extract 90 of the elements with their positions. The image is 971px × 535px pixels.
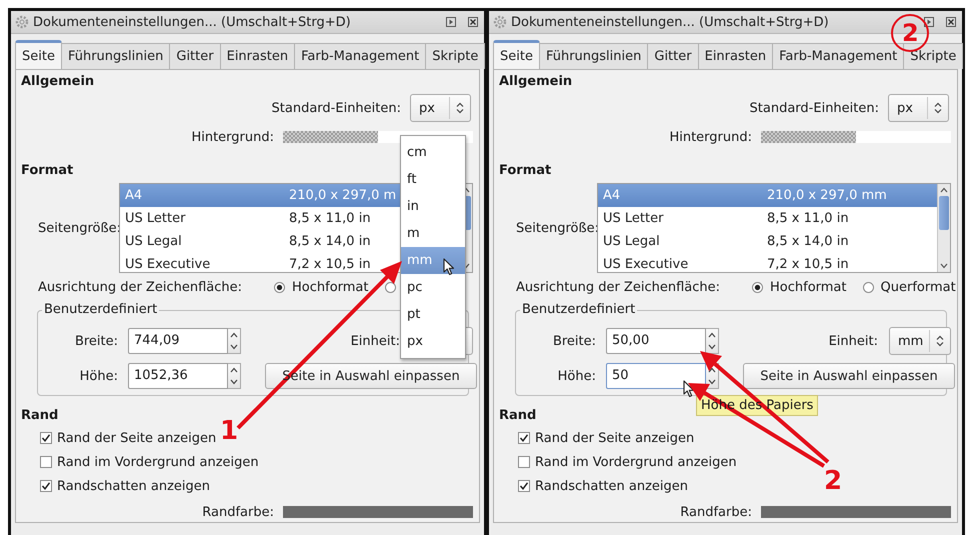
radio-label[interactable]: Hochformat bbox=[292, 280, 368, 294]
fit-page-button[interactable]: Seite in Auswahl einpassen bbox=[743, 363, 955, 389]
page-size-label: Seitengröße: bbox=[38, 220, 119, 236]
tab[interactable]: Einrasten bbox=[698, 43, 774, 69]
unit-label: Einheit: bbox=[828, 334, 878, 348]
checkbox[interactable] bbox=[518, 456, 530, 468]
radio-button[interactable] bbox=[862, 282, 874, 292]
window-title: Dokumenteneinstellungen... (Umschalt+Strg+D) bbox=[33, 14, 352, 30]
border-color-label: Randfarbe: bbox=[680, 504, 752, 520]
checkbox-label[interactable]: Randschatten anzeigen bbox=[535, 478, 688, 494]
checkbox[interactable] bbox=[40, 456, 52, 468]
menu-item[interactable]: cm bbox=[401, 139, 465, 166]
section-heading: Format bbox=[21, 162, 74, 180]
border-color-swatch[interactable] bbox=[761, 506, 951, 518]
width-field[interactable]: 50,00 bbox=[606, 328, 706, 354]
section-heading: Format bbox=[499, 162, 552, 180]
tab[interactable]: Führungslinien bbox=[540, 43, 648, 69]
tab[interactable]: Seite bbox=[15, 40, 62, 69]
spin-buttons[interactable] bbox=[228, 363, 241, 389]
checkbox-label[interactable]: Rand der Seite anzeigen bbox=[535, 430, 694, 446]
menu-item[interactable]: pc bbox=[401, 274, 465, 301]
height-field[interactable]: 50 bbox=[606, 363, 706, 389]
annotation-number: 1 bbox=[220, 418, 238, 444]
dock-icon[interactable] bbox=[924, 17, 934, 27]
section-heading: Rand bbox=[21, 407, 58, 425]
radio-button[interactable] bbox=[384, 282, 396, 292]
radio-label[interactable]: Hochformat bbox=[770, 280, 846, 294]
tab[interactable]: Farb-Management bbox=[295, 43, 426, 69]
dock-icon[interactable] bbox=[446, 17, 456, 27]
tab[interactable]: Führungslinien bbox=[62, 43, 170, 69]
background-label: Hintergrund: bbox=[191, 130, 274, 144]
radio-button[interactable] bbox=[752, 282, 763, 292]
checkbox[interactable] bbox=[518, 480, 530, 492]
close-icon[interactable] bbox=[946, 17, 956, 27]
orientation-label: Ausrichtung der Zeichenfläche: bbox=[516, 280, 720, 294]
units-select[interactable]: px bbox=[410, 94, 471, 122]
annotation-number: 2 bbox=[824, 468, 842, 494]
badge-circle bbox=[891, 14, 929, 52]
checkbox[interactable] bbox=[518, 432, 530, 444]
checkbox-label[interactable]: Rand der Seite anzeigen bbox=[57, 430, 216, 446]
page-size-row[interactable]: US Letter 8,5 x 11,0 in bbox=[598, 207, 937, 230]
unit-label: Einheit: bbox=[350, 334, 400, 348]
height-field[interactable]: 1052,36 bbox=[128, 363, 228, 389]
tab[interactable]: Farb-Management bbox=[773, 43, 904, 69]
page-size-row[interactable]: US Legal 8,5 x 14,0 in bbox=[598, 230, 937, 253]
scrollbar[interactable] bbox=[937, 184, 950, 272]
mouse-pointer-icon bbox=[683, 380, 695, 398]
window-title: Dokumenteneinstellungen... (Umschalt+Strg+D) bbox=[511, 14, 830, 30]
checkbox[interactable] bbox=[40, 480, 52, 492]
border-color-label: Randfarbe: bbox=[202, 504, 274, 520]
height-label: Höhe: bbox=[78, 368, 118, 384]
width-label: Breite: bbox=[552, 334, 596, 348]
units-label: Standard-Einheiten: bbox=[272, 100, 401, 116]
tab[interactable]: Gitter bbox=[170, 43, 221, 69]
close-icon[interactable] bbox=[468, 17, 478, 27]
page-size-row[interactable]: US Executive 7,2 x 10,5 in bbox=[598, 253, 937, 272]
tab[interactable]: Skripte bbox=[904, 43, 964, 69]
units-label: Standard-Einheiten: bbox=[750, 100, 879, 116]
tab[interactable]: Seite bbox=[493, 40, 540, 69]
checkbox-label[interactable]: Rand im Vordergrund anzeigen bbox=[535, 454, 737, 470]
tab[interactable]: Einrasten bbox=[220, 43, 296, 69]
tab[interactable]: Skripte bbox=[426, 43, 486, 69]
mouse-pointer-icon bbox=[443, 258, 455, 276]
radio-button[interactable] bbox=[274, 282, 285, 292]
gear-icon bbox=[493, 15, 507, 29]
checkbox-label[interactable]: Randschatten anzeigen bbox=[57, 478, 210, 494]
annotation-number: 2 bbox=[902, 20, 919, 46]
unit-select[interactable]: mm bbox=[889, 327, 951, 355]
gear-icon bbox=[15, 15, 29, 29]
tab[interactable]: Gitter bbox=[648, 43, 699, 69]
height-label: Höhe: bbox=[556, 368, 596, 384]
page-size-label: Seitengröße: bbox=[516, 220, 597, 236]
section-heading: Allgemein bbox=[21, 73, 94, 91]
background-label: Hintergrund: bbox=[669, 130, 752, 144]
menu-item[interactable]: m bbox=[401, 220, 465, 247]
background-color-swatch[interactable] bbox=[761, 131, 951, 143]
menu-item[interactable]: px bbox=[401, 328, 465, 355]
section-heading: Rand bbox=[499, 407, 536, 425]
spin-buttons[interactable] bbox=[706, 328, 719, 354]
border-color-swatch[interactable] bbox=[283, 506, 473, 518]
orientation-label: Ausrichtung der Zeichenfläche: bbox=[38, 280, 242, 294]
radio-label[interactable]: Querformat bbox=[880, 280, 956, 294]
section-heading: Allgemein bbox=[499, 73, 572, 91]
width-label: Breite: bbox=[74, 334, 118, 348]
menu-item[interactable]: pt bbox=[401, 301, 465, 328]
checkbox-label[interactable]: Rand im Vordergrund anzeigen bbox=[57, 454, 259, 470]
spin-buttons[interactable] bbox=[228, 328, 241, 354]
units-select[interactable]: px bbox=[888, 94, 949, 122]
width-field[interactable]: 744,09 bbox=[128, 328, 228, 354]
checkbox[interactable] bbox=[40, 432, 52, 444]
